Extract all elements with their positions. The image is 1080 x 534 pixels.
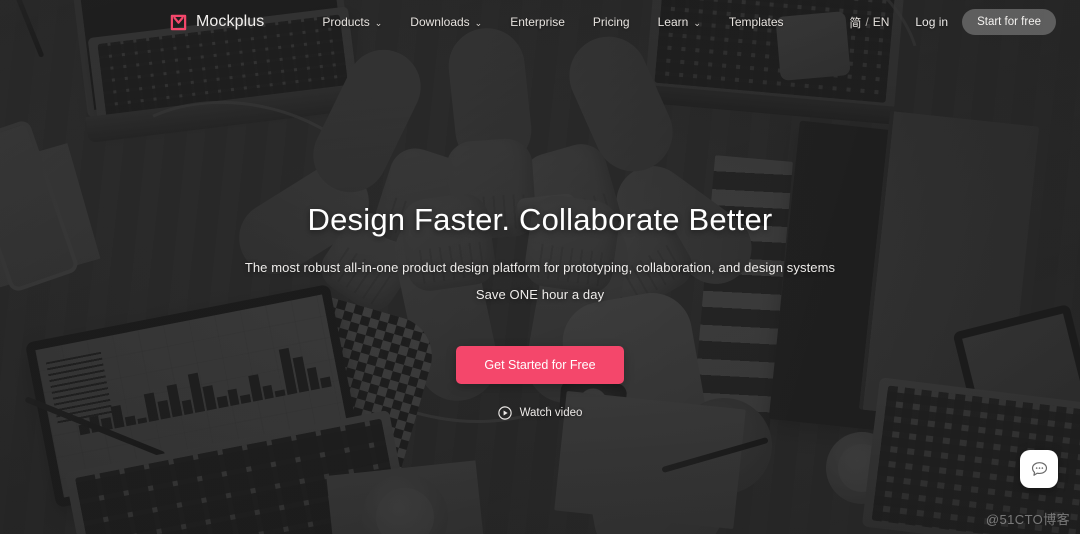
nav-label: Enterprise	[510, 15, 565, 29]
brand-logo[interactable]: Mockplus	[170, 13, 264, 31]
page-title: Design Faster. Collaborate Better	[307, 202, 773, 237]
nav-item-learn[interactable]: Learn ⌄	[644, 15, 715, 29]
language-separator: /	[865, 15, 869, 29]
brand-name: Mockplus	[196, 13, 265, 30]
nav-item-templates[interactable]: Templates	[715, 15, 798, 29]
nav-label: Downloads	[410, 15, 470, 29]
header-right-actions: 简 / EN Log in Start for free	[849, 9, 1056, 35]
hero-subtitle: The most robust all-in-one product desig…	[244, 260, 836, 275]
nav-item-pricing[interactable]: Pricing	[579, 15, 644, 29]
hero-content: Design Faster. Collaborate Better The mo…	[0, 0, 1080, 534]
hero-section: Mockplus Products ⌄ Downloads ⌄ Enterpri…	[0, 0, 1080, 534]
watermark: @51CTO博客	[985, 512, 1070, 527]
chat-bubble-icon	[1031, 461, 1047, 476]
get-started-button[interactable]: Get Started for Free	[456, 346, 624, 384]
language-option-zh[interactable]: 简	[849, 14, 861, 31]
nav-label: Products	[322, 15, 370, 29]
start-for-free-button[interactable]: Start for free	[962, 9, 1056, 35]
play-circle-icon	[497, 406, 512, 420]
chevron-down-icon: ⌄	[374, 17, 383, 28]
watch-video-link[interactable]: Watch video	[497, 406, 583, 420]
login-link[interactable]: Log in	[915, 15, 948, 29]
nav-label: Templates	[728, 15, 784, 29]
nav-item-downloads[interactable]: Downloads ⌄	[396, 15, 496, 29]
language-switcher: 简 / EN	[849, 14, 889, 31]
nav-label: Learn	[657, 15, 689, 29]
nav-label: Pricing	[592, 15, 630, 29]
language-option-en[interactable]: EN	[873, 15, 890, 29]
hero-subtitle-secondary: Save ONE hour a day	[475, 287, 605, 302]
chevron-down-icon: ⌄	[474, 17, 483, 28]
chat-widget-button[interactable]	[1020, 450, 1058, 488]
nav-item-enterprise[interactable]: Enterprise	[496, 15, 579, 29]
mockplus-m-logo-icon	[170, 14, 187, 30]
main-navigation: Products ⌄ Downloads ⌄ Enterprise Pricin…	[308, 15, 797, 29]
chevron-down-icon: ⌄	[693, 17, 701, 28]
watch-video-label: Watch video	[519, 407, 583, 419]
site-header: Mockplus Products ⌄ Downloads ⌄ Enterpri…	[0, 0, 1080, 44]
nav-item-products[interactable]: Products ⌄	[308, 15, 396, 29]
